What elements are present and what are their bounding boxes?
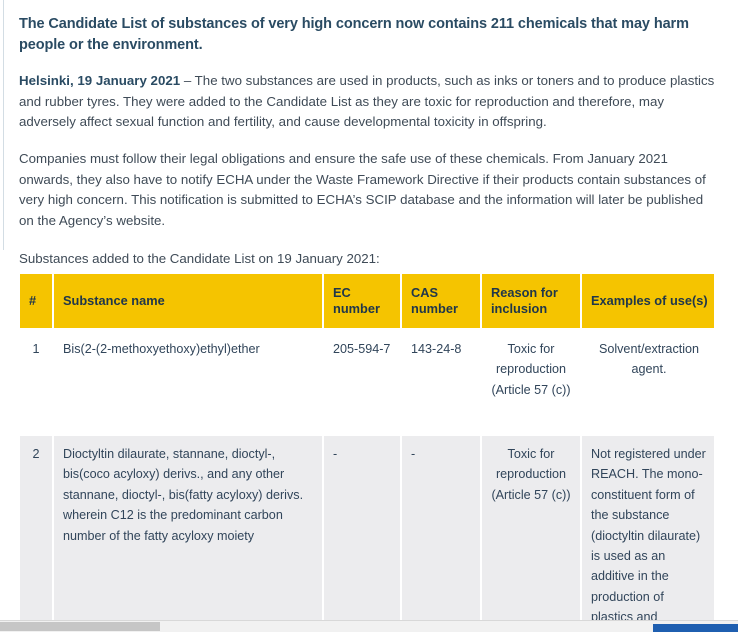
column-header-examples-of-use: Examples of use(s) bbox=[582, 274, 714, 328]
table-row: 1 Bis(2-(2-methoxyethoxy)ethyl)ether 205… bbox=[20, 331, 714, 433]
article-paragraph-2: Companies must follow their legal obliga… bbox=[19, 150, 706, 228]
article-paragraph-1: Helsinki, 19 January 2021 – The two subs… bbox=[19, 71, 719, 133]
cell-ec-number: - bbox=[324, 436, 400, 620]
article-page: The Candidate List of substances of very… bbox=[0, 0, 738, 632]
cell-number: 2 bbox=[20, 436, 52, 620]
cell-ec-number: 205-594-7 bbox=[324, 331, 400, 433]
scrollbar-accent-bar bbox=[653, 624, 738, 632]
table-body: 1 Bis(2-(2-methoxyethoxy)ethyl)ether 205… bbox=[20, 331, 714, 620]
column-header-reason-for-inclusion: Reason for inclusion bbox=[482, 274, 580, 328]
cell-cas-number: - bbox=[402, 436, 480, 620]
cell-substance-name: Bis(2-(2-methoxyethoxy)ethyl)ether bbox=[54, 331, 322, 433]
substances-table-container: # Substance name EC number CAS number Re… bbox=[20, 274, 714, 620]
table-header: # Substance name EC number CAS number Re… bbox=[20, 274, 714, 328]
table-row: 2 Dioctyltin dilaurate, stannane, diocty… bbox=[20, 436, 714, 620]
horizontal-scrollbar-thumb[interactable] bbox=[0, 622, 160, 631]
column-header-number: # bbox=[20, 274, 52, 328]
article-lede: The Candidate List of substances of very… bbox=[19, 16, 689, 53]
article-content: The Candidate List of substances of very… bbox=[19, 0, 719, 269]
article-dateline: Helsinki, 19 January 2021 bbox=[19, 73, 181, 89]
cell-substance-name: Dioctyltin dilaurate, stannane, dioctyl-… bbox=[54, 436, 322, 620]
column-header-substance-name: Substance name bbox=[54, 274, 322, 328]
column-header-cas-number: CAS number bbox=[402, 274, 480, 328]
cell-example-use: Not registered under REACH. The mono-con… bbox=[582, 436, 714, 620]
cell-example-use: Solvent/extraction agent. bbox=[582, 331, 714, 433]
cell-reason: Toxic for reproduction (Article 57 (c)) bbox=[482, 331, 580, 433]
left-accent-rule bbox=[3, 0, 4, 250]
column-header-ec-number: EC number bbox=[324, 274, 400, 328]
cell-reason: Toxic for reproduction (Article 57 (c)) bbox=[482, 436, 580, 620]
cell-number: 1 bbox=[20, 331, 52, 433]
cell-cas-number: 143-24-8 bbox=[402, 331, 480, 433]
horizontal-scrollbar[interactable] bbox=[0, 620, 738, 632]
table-intro-line: Substances added to the Candidate List o… bbox=[19, 251, 380, 267]
table-header-row: # Substance name EC number CAS number Re… bbox=[20, 274, 714, 328]
substances-table: # Substance name EC number CAS number Re… bbox=[20, 274, 714, 620]
